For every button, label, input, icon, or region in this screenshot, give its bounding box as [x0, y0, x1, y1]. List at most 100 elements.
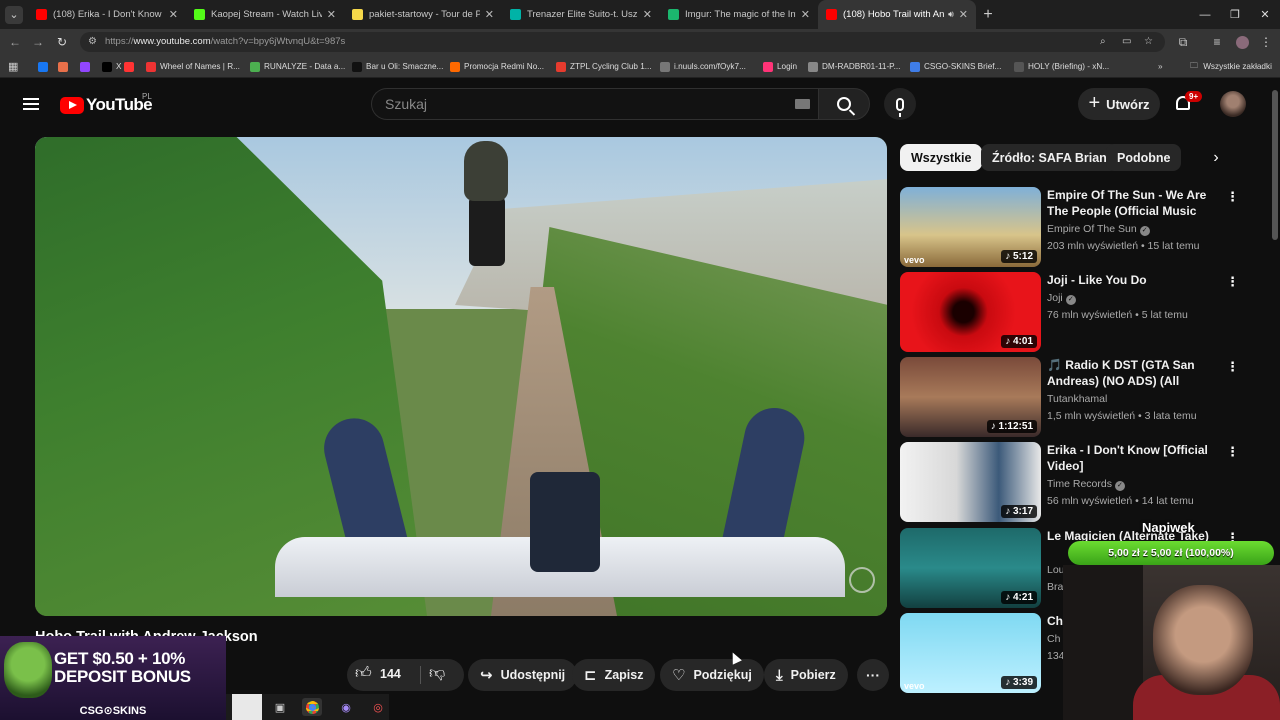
close-window-icon[interactable]: ✕: [1250, 0, 1280, 29]
restore-icon[interactable]: ❐: [1220, 0, 1250, 29]
voice-search-button[interactable]: [884, 88, 916, 120]
site-info-icon[interactable]: ⚙: [88, 36, 97, 47]
all-bookmarks-folder[interactable]: 🗀 Wszystkie zakładki: [1190, 60, 1272, 73]
bookmark-item[interactable]: [58, 60, 72, 73]
bookmark-item[interactable]: RUNALYZE - Data a...: [250, 60, 345, 73]
video-thumbnail[interactable]: ♪ 4:21: [900, 528, 1041, 608]
minimize-icon[interactable]: —: [1190, 0, 1220, 29]
recommendation-title[interactable]: Erika - I Don't Know [Official Video]: [1047, 442, 1219, 474]
save-button[interactable]: ⊏ Zapisz: [572, 659, 656, 691]
recorder-icon[interactable]: ◎: [368, 698, 388, 716]
close-tab-icon[interactable]: ✕: [959, 8, 968, 21]
zoom-icon[interactable]: ⌕: [1100, 36, 1106, 47]
tab-3[interactable]: Trenazer Elite Suito-t. Uszkodzo✕: [502, 0, 660, 29]
chip-1[interactable]: Źródło: SAFA Brian: [981, 144, 1118, 171]
bookmark-item[interactable]: DM-RADBR01-11-P...: [808, 60, 900, 73]
tab-0[interactable]: (108) Erika - I Don't Know [Offic✕: [28, 0, 186, 29]
video-thumbnail[interactable]: vevo ♪ 3:39: [900, 613, 1041, 693]
close-tab-icon[interactable]: ✕: [327, 8, 336, 21]
scrollbar[interactable]: [1272, 90, 1278, 240]
more-actions-icon[interactable]: ···: [857, 659, 889, 691]
bookmark-item[interactable]: Promocja Redmi No...: [450, 60, 544, 73]
avatar[interactable]: [1220, 91, 1246, 117]
audio-icon[interactable]: 🔊︎: [948, 9, 954, 20]
tab-5[interactable]: (108) Hobo Trail with Andre🔊︎✕: [818, 0, 976, 29]
recommendation-item[interactable]: ♪ 1:12:51 🎵 Radio K DST (GTA San Andreas)…: [900, 357, 1272, 437]
more-options-icon[interactable]: ⋮: [1226, 274, 1239, 290]
channel-name[interactable]: Joji ✓: [1047, 292, 1076, 305]
bookmark-item[interactable]: Wheel of Names | R...: [146, 60, 240, 73]
tab-2[interactable]: pakiet-startowy - Tour de Polog✕: [344, 0, 502, 29]
recommendation-title[interactable]: 🎵 Radio K DST (GTA San Andreas) (NO ADS)…: [1047, 357, 1219, 391]
bookmark-star-icon[interactable]: ☆: [1144, 36, 1153, 47]
bookmark-item[interactable]: [124, 60, 138, 73]
bookmark-item[interactable]: CSGO-SKINS Brief...: [910, 60, 1001, 73]
channel-name[interactable]: Empire Of The Sun ✓: [1047, 223, 1150, 236]
download-button[interactable]: ⤓ Pobierz: [764, 659, 848, 691]
thanks-button[interactable]: ♡ Podziękuj: [660, 659, 764, 691]
reload-icon[interactable]: ↻: [53, 33, 71, 51]
channel-name[interactable]: Time Records ✓: [1047, 478, 1125, 491]
recommendation-item[interactable]: ♪ 3:17 Erika - I Don't Know [Official Vid…: [900, 442, 1272, 522]
tab-4[interactable]: Imgur: The magic of the Interne✕: [660, 0, 818, 29]
taskbar-blank[interactable]: [232, 694, 262, 720]
apps-grid-icon[interactable]: ▦: [8, 60, 18, 73]
chevron-right-icon[interactable]: ›: [1204, 144, 1228, 171]
bookmark-item[interactable]: [38, 60, 52, 73]
forward-icon[interactable]: →: [29, 33, 47, 51]
dislike-icon[interactable]: 👎︎: [429, 664, 445, 683]
cast-icon[interactable]: ▭: [1122, 36, 1131, 47]
bookmark-item[interactable]: i.nuuls.com/fOyk7...: [660, 60, 746, 73]
close-tab-icon[interactable]: ✕: [801, 8, 810, 21]
bookmark-item[interactable]: [80, 60, 94, 73]
chip-0[interactable]: Wszystkie: [900, 144, 983, 171]
create-button[interactable]: + Utwórz: [1078, 88, 1160, 120]
bookmark-item[interactable]: Login: [763, 60, 797, 73]
media-icon[interactable]: ≡: [1208, 33, 1226, 51]
share-button[interactable]: ↪ Udostępnij: [468, 659, 578, 691]
video-thumbnail[interactable]: ♪ 1:12:51: [900, 357, 1041, 437]
close-tab-icon[interactable]: ✕: [643, 8, 652, 21]
video-thumbnail[interactable]: vevo ♪ 5:12: [900, 187, 1041, 267]
video-player[interactable]: [35, 137, 887, 616]
more-bookmarks-icon[interactable]: »: [1158, 60, 1163, 73]
obs-icon[interactable]: ◉: [336, 698, 356, 716]
video-thumbnail[interactable]: ♪ 4:01: [900, 272, 1041, 352]
bookmark-item[interactable]: Bar u Oli: Smaczne...: [352, 60, 443, 73]
search-input[interactable]: [385, 96, 775, 112]
search-button[interactable]: [818, 88, 870, 120]
channel-name[interactable]: Ch: [1047, 633, 1060, 645]
more-options-icon[interactable]: ⋮: [1226, 189, 1239, 205]
tab-1[interactable]: Kaopej Stream - Watch Live on✕: [186, 0, 344, 29]
bookmark-favicon-icon: [146, 61, 156, 72]
new-tab-button[interactable]: +: [976, 0, 1000, 29]
like-icon[interactable]: 👍︎: [355, 664, 372, 683]
close-tab-icon[interactable]: ✕: [169, 8, 178, 21]
recommendation-title[interactable]: Joji - Like You Do: [1047, 272, 1219, 288]
recommendation-item[interactable]: vevo ♪ 5:12 Empire Of The Sun - We Are The…: [900, 187, 1272, 267]
recommendation-item[interactable]: ♪ 4:01 Joji - Like You Do Joji ✓ 76 mln wyśw…: [900, 272, 1272, 352]
youtube-logo[interactable]: YouTube PL: [60, 92, 153, 115]
more-options-icon[interactable]: ⋮: [1226, 359, 1239, 375]
close-tab-icon[interactable]: ✕: [485, 8, 494, 21]
extensions-icon[interactable]: ⧉: [1174, 33, 1192, 51]
bookmark-item[interactable]: HOLY (Briefing) - xN...: [1014, 60, 1109, 73]
like-count[interactable]: 144: [380, 667, 401, 681]
profile-icon[interactable]: [1233, 33, 1251, 51]
video-thumbnail[interactable]: ♪ 3:17: [900, 442, 1041, 522]
tab-search-button[interactable]: ⌄: [0, 0, 28, 29]
terminal-icon[interactable]: ▣: [270, 698, 290, 716]
chrome-icon[interactable]: [302, 698, 322, 716]
url-bar[interactable]: ⚙ https://www.youtube.com/watch?v=bpy6jW…: [80, 32, 1165, 52]
back-icon[interactable]: ←: [6, 33, 24, 51]
more-options-icon[interactable]: ⋮: [1226, 444, 1239, 460]
menu-icon[interactable]: [23, 98, 39, 110]
chip-2[interactable]: Podobne: [1106, 144, 1182, 171]
channel-name[interactable]: Tutankhamal: [1047, 393, 1107, 405]
keyboard-icon[interactable]: [795, 99, 810, 109]
recommendation-title[interactable]: Empire Of The Sun - We Are The People (O…: [1047, 187, 1219, 221]
browser-menu-icon[interactable]: ⋮: [1257, 33, 1275, 51]
channel-watermark-icon[interactable]: [849, 567, 875, 593]
bookmark-item[interactable]: X: [102, 60, 121, 73]
bookmark-item[interactable]: ZTPL Cycling Club 1...: [556, 60, 652, 73]
